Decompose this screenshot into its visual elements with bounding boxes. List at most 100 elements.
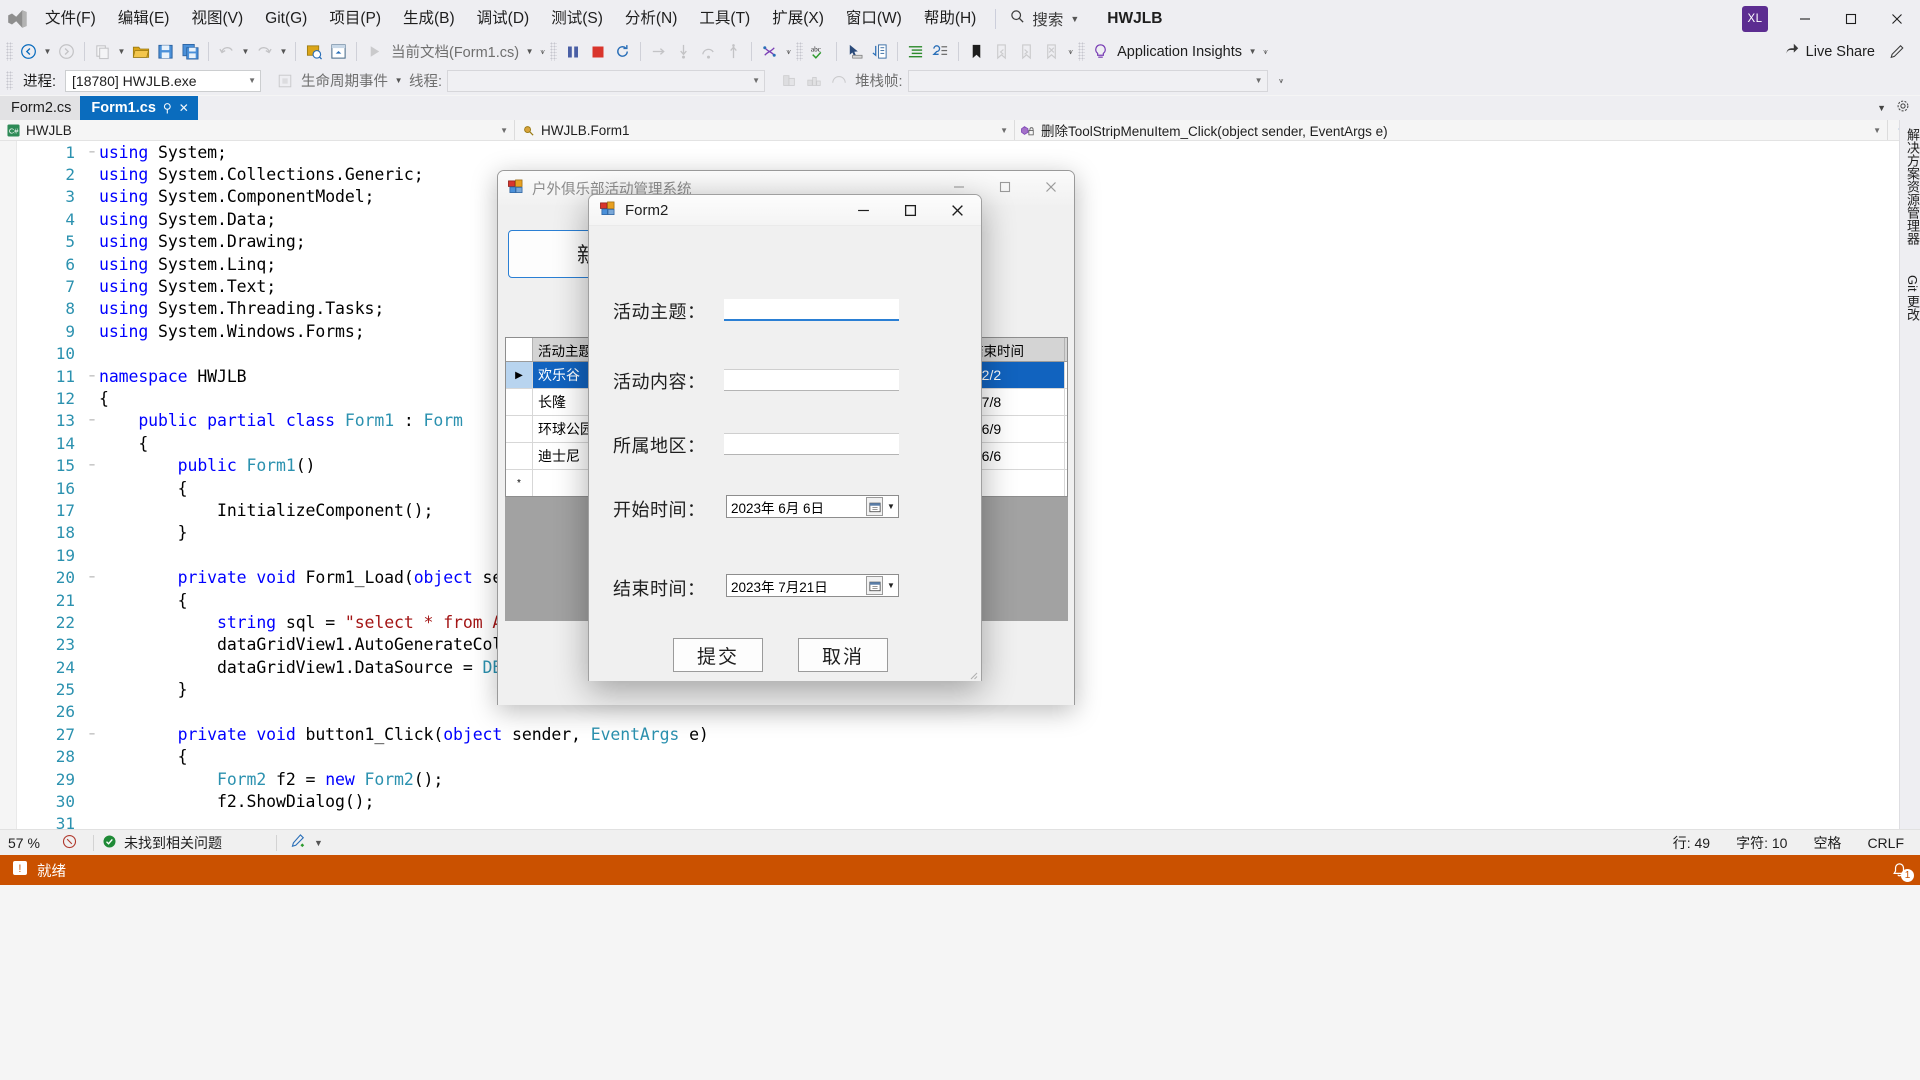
- menu-item-test[interactable]: 测试(S): [540, 0, 614, 37]
- row-selector[interactable]: *: [506, 470, 533, 496]
- code-window-icon[interactable]: [327, 40, 350, 63]
- notifications-bell-icon[interactable]: 1: [1891, 862, 1914, 882]
- navbar-project-dropdown[interactable]: C# HWJLB ▼: [0, 120, 515, 140]
- save-all-icon[interactable]: [179, 40, 202, 63]
- toolbar-grip-2[interactable]: [550, 42, 558, 61]
- stackframe-combo[interactable]: ▼: [907, 69, 1268, 92]
- spell-check-icon[interactable]: abc: [807, 40, 830, 63]
- submit-button[interactable]: 提交: [673, 638, 763, 672]
- debug-toolbar-grip[interactable]: [6, 71, 13, 90]
- calendar-icon[interactable]: [866, 497, 883, 516]
- chevron-down-icon[interactable]: ▼: [994, 126, 1008, 135]
- toolbar-grip-4[interactable]: [1078, 42, 1086, 61]
- menu-item-build[interactable]: 生成(B): [392, 0, 466, 37]
- form2-maximize-button[interactable]: [887, 195, 934, 225]
- start-debug-dropdown[interactable]: ▼: [524, 40, 535, 63]
- tabstrip-settings-icon[interactable]: [1896, 99, 1910, 117]
- main-app-maximize-button[interactable]: [982, 171, 1028, 203]
- menu-item-window[interactable]: 窗口(W): [835, 0, 913, 37]
- undo-icon[interactable]: [215, 40, 238, 63]
- start-debug-icon[interactable]: [363, 40, 386, 63]
- toolbar-grip-3[interactable]: [796, 42, 804, 61]
- zoom-level[interactable]: 57 %: [0, 835, 62, 851]
- grid-column-header[interactable]: [506, 338, 533, 361]
- minimize-button[interactable]: [1782, 0, 1828, 37]
- new-project-dropdown[interactable]: ▼: [116, 40, 127, 63]
- tab-form1-cs[interactable]: Form1.cs ⚲ ✕: [80, 96, 198, 120]
- code-line[interactable]: 29 Form2 f2 = new Form2();: [17, 768, 1920, 790]
- redo-icon[interactable]: [253, 40, 276, 63]
- avatar[interactable]: XL: [1742, 5, 1768, 32]
- toolbar-grip[interactable]: [6, 42, 13, 61]
- chevron-down-icon[interactable]: ▼: [1070, 14, 1079, 24]
- navbar-member-dropdown[interactable]: 删除ToolStripMenuItem_Click(object sender,…: [1015, 120, 1888, 140]
- chevron-down-icon[interactable]: ▼: [884, 502, 898, 511]
- menu-item-debug[interactable]: 调试(D): [466, 0, 541, 37]
- code-fold-icon[interactable]: −: [85, 147, 99, 158]
- undo-dropdown[interactable]: ▼: [240, 40, 251, 63]
- row-selector[interactable]: [506, 389, 533, 415]
- restart-icon[interactable]: [611, 40, 634, 63]
- code-line[interactable]: 28 {: [17, 746, 1920, 768]
- cancel-button[interactable]: 取消: [798, 638, 888, 672]
- code-fold-icon[interactable]: −: [85, 415, 99, 426]
- chevron-down-icon[interactable]: ▼: [1867, 126, 1881, 135]
- error-list-icon[interactable]: [62, 834, 77, 852]
- navigate-forward-icon[interactable]: [55, 40, 78, 63]
- code-line[interactable]: 30 f2.ShowDialog();: [17, 790, 1920, 812]
- debug-toolbar-overflow[interactable]: ⩛: [1276, 69, 1287, 92]
- form2-titlebar[interactable]: Form2: [589, 195, 981, 226]
- step-into-icon[interactable]: [672, 40, 695, 63]
- pause-icon[interactable]: [561, 40, 584, 63]
- activity-region-input[interactable]: [724, 433, 899, 455]
- code-fold-icon[interactable]: −: [85, 371, 99, 382]
- form2-minimize-button[interactable]: [840, 195, 887, 225]
- stack-frames-alt-icon[interactable]: [802, 69, 825, 92]
- process-combo[interactable]: [18780] HWJLB.exe ▼: [65, 69, 262, 92]
- menu-item-extensions[interactable]: 扩展(X): [761, 0, 835, 37]
- close-button[interactable]: [1874, 0, 1920, 37]
- callstack-curve-icon[interactable]: [827, 69, 850, 92]
- navigate-backward-icon[interactable]: [17, 40, 40, 63]
- maximize-button[interactable]: [1828, 0, 1874, 37]
- indicator-margin[interactable]: [0, 141, 17, 829]
- previous-bookmark-icon[interactable]: [990, 40, 1013, 63]
- row-selector[interactable]: [506, 443, 533, 469]
- code-line[interactable]: 27− private void button1_Click(object se…: [17, 723, 1920, 745]
- dock-item-git-changes[interactable]: Git 更改: [1900, 267, 1920, 329]
- code-analysis-icon[interactable]: [291, 833, 308, 852]
- dock-item-solution-explorer[interactable]: 解决方案资源管理器: [1900, 120, 1920, 253]
- line-ending-status[interactable]: CRLF: [1867, 835, 1904, 851]
- chevron-down-icon[interactable]: ▼: [884, 581, 898, 590]
- code-fold-icon[interactable]: −: [85, 572, 99, 583]
- step-out-icon[interactable]: [722, 40, 745, 63]
- application-insights-dropdown[interactable]: ▼: [1247, 40, 1258, 63]
- navbar-type-dropdown[interactable]: HWJLB.Form1 ▼: [515, 120, 1015, 140]
- menu-item-view[interactable]: 视图(V): [180, 0, 254, 37]
- menu-item-edit[interactable]: 编辑(E): [107, 0, 181, 37]
- hot-reload-dropdown[interactable]: ⩛: [783, 40, 794, 63]
- chevron-down-icon[interactable]: ▼: [746, 76, 760, 85]
- thread-combo[interactable]: ▼: [447, 69, 766, 92]
- row-selector[interactable]: ▶: [506, 362, 533, 388]
- sync-views-icon[interactable]: [868, 40, 891, 63]
- search-box[interactable]: 搜索 ▼: [1004, 5, 1085, 33]
- chevron-down-icon[interactable]: ▼: [314, 838, 323, 848]
- chevron-down-icon[interactable]: ▼: [494, 126, 508, 135]
- chevron-down-icon[interactable]: ▼: [1249, 76, 1263, 85]
- menu-item-tools[interactable]: 工具(T): [688, 0, 761, 37]
- open-file-icon[interactable]: [129, 40, 152, 63]
- chevron-down-icon[interactable]: ▼: [242, 76, 256, 85]
- redo-dropdown[interactable]: ▼: [278, 40, 289, 63]
- form2-close-button[interactable]: [934, 195, 981, 225]
- menu-item-file[interactable]: 文件(F): [34, 0, 107, 37]
- save-icon[interactable]: [154, 40, 177, 63]
- tab-list-chevron-icon[interactable]: ▼: [1877, 103, 1886, 113]
- hot-reload-icon[interactable]: [758, 40, 781, 63]
- feedback-icon[interactable]: [1885, 40, 1908, 63]
- stack-frames-icon[interactable]: [777, 69, 800, 92]
- pointer-select-icon[interactable]: [843, 40, 866, 63]
- application-insights-label[interactable]: Application Insights: [1114, 44, 1245, 60]
- code-fold-icon[interactable]: −: [85, 460, 99, 471]
- start-time-datepicker[interactable]: 2023年 6月 6日 ▼: [726, 495, 899, 518]
